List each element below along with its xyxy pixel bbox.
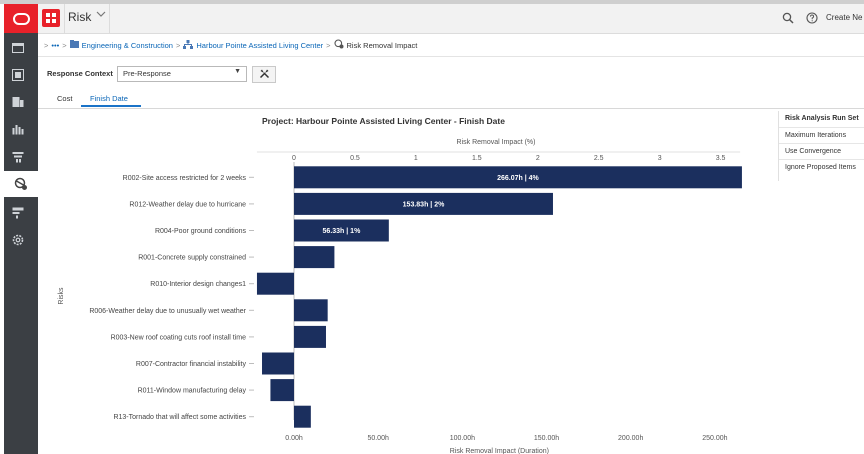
bar-r003[interactable] bbox=[294, 325, 326, 348]
x-axis-tick-label: 100.00h bbox=[450, 435, 475, 442]
bar-data-label: 56.33h | 1% bbox=[323, 228, 362, 235]
bar-data-label: 266.07h | 4% bbox=[497, 175, 539, 182]
x-axis-tick-label: 200.00h bbox=[618, 435, 643, 442]
breadcrumb: > ••• > Engineering & Construction > Har… bbox=[44, 39, 417, 51]
breadcrumb-separator: > bbox=[62, 40, 67, 50]
panel-title: Risk Analysis Run Set bbox=[785, 115, 859, 122]
divider bbox=[64, 4, 65, 33]
x-axis-tick-label: 50.00h bbox=[367, 435, 389, 442]
y-axis-tick-label: R010-Interior design changes1 bbox=[150, 281, 246, 288]
bar-r010[interactable] bbox=[256, 272, 294, 295]
bar-r007[interactable] bbox=[262, 352, 294, 375]
app-grid-icon[interactable] bbox=[42, 9, 60, 27]
x-axis-tick-label: 0.00h bbox=[285, 435, 303, 442]
bar-r001[interactable] bbox=[294, 246, 335, 269]
project-hierarchy-icon bbox=[183, 39, 194, 51]
filter-icon[interactable] bbox=[11, 150, 25, 164]
tools-button[interactable] bbox=[252, 66, 276, 83]
active-tab-indicator bbox=[81, 105, 141, 107]
oracle-logo[interactable] bbox=[4, 4, 38, 33]
create-new-button[interactable]: Create Ne bbox=[826, 13, 862, 22]
y-axis-tick-label: R012-Weather delay due to hurricane bbox=[129, 201, 246, 208]
divider bbox=[779, 127, 864, 128]
bar-data-label: 153.83h | 2% bbox=[403, 201, 445, 208]
top-axis-label: Risk Removal Impact (%) bbox=[457, 139, 536, 146]
divider bbox=[779, 159, 864, 160]
setting-use-convergence: Use Convergence bbox=[785, 148, 842, 155]
y-axis-tick-label: R007-Contractor financial instability bbox=[136, 361, 247, 368]
tab-finish-date[interactable]: Finish Date bbox=[90, 94, 128, 103]
bar-r13[interactable] bbox=[294, 405, 311, 428]
top-axis-tick-label: 2.5 bbox=[594, 155, 604, 162]
divider bbox=[779, 143, 864, 144]
breadcrumb-item-eps[interactable]: Engineering & Construction bbox=[82, 41, 173, 50]
tab-cost[interactable]: Cost bbox=[57, 94, 72, 103]
tools-icon bbox=[259, 66, 270, 84]
divider bbox=[109, 4, 110, 33]
tab-bar: Cost Finish Date bbox=[38, 91, 864, 109]
breadcrumb-item-current: Risk Removal Impact bbox=[346, 40, 418, 50]
breadcrumb-item-project[interactable]: Harbour Pointe Assisted Living Center bbox=[196, 41, 323, 50]
x-axis-tick-label: 250.00h bbox=[702, 435, 727, 442]
y-axis-tick-label: R011-Window manufacturing delay bbox=[138, 388, 247, 395]
dashboard-icon[interactable] bbox=[11, 122, 25, 136]
breadcrumb-separator: > bbox=[44, 40, 49, 50]
search-icon[interactable] bbox=[782, 11, 794, 29]
risk-removal-impact-chart: Risk Removal Impact (%) 0 0.5 1 1.5 2 2.5 3 3.5 R… bbox=[58, 139, 742, 454]
top-bar: Risk Create Ne bbox=[38, 4, 864, 34]
y-axis-tick-label: R004-Poor ground conditions bbox=[155, 228, 247, 235]
y-axis-label: Risks bbox=[58, 287, 65, 305]
y-axis-tick-label: R002-Site access restricted for 2 weeks bbox=[123, 175, 247, 182]
response-context-value: Pre-Response bbox=[123, 69, 171, 78]
top-axis-tick-label: 3.5 bbox=[716, 155, 726, 162]
top-axis-tick-label: 1.5 bbox=[472, 155, 482, 162]
templates-icon[interactable] bbox=[11, 206, 25, 220]
top-axis-tick-label: 0.5 bbox=[350, 155, 360, 162]
top-axis-tick-label: 0 bbox=[292, 155, 296, 162]
projects-icon[interactable] bbox=[11, 95, 25, 109]
bar-r011[interactable] bbox=[270, 379, 294, 402]
top-axis-tick-label: 2 bbox=[536, 155, 540, 162]
breadcrumb-separator: > bbox=[326, 40, 331, 50]
response-context-label: Response Context bbox=[47, 69, 113, 78]
caret-down-icon: ▼ bbox=[234, 68, 241, 75]
top-axis-tick-label: 1 bbox=[414, 155, 418, 162]
y-axis-tick-label: R003-New roof coating cuts roof install … bbox=[111, 334, 246, 341]
home-icon[interactable] bbox=[11, 41, 25, 55]
setting-ignore-proposed-items: Ignore Proposed Items bbox=[785, 164, 856, 171]
risk-removal-icon bbox=[333, 39, 344, 51]
help-icon[interactable] bbox=[806, 11, 818, 29]
portfolio-icon[interactable] bbox=[11, 68, 25, 82]
risk-analysis-icon[interactable] bbox=[4, 171, 38, 197]
breadcrumb-ellipsis[interactable]: ••• bbox=[51, 41, 59, 50]
response-context-select[interactable]: Pre-Response ▼ bbox=[117, 66, 247, 82]
y-axis-tick-label: R13-Tornado that will affect some activi… bbox=[113, 414, 246, 421]
setting-maximum-iterations: Maximum Iterations bbox=[785, 132, 847, 139]
top-axis-tick-label: 3 bbox=[658, 155, 662, 162]
divider bbox=[38, 56, 864, 57]
app-title[interactable]: Risk bbox=[68, 10, 91, 24]
chevron-down-icon[interactable] bbox=[95, 8, 107, 23]
x-axis-label: Risk Removal Impact (Duration) bbox=[450, 448, 549, 454]
breadcrumb-separator: > bbox=[175, 40, 181, 50]
y-axis-tick-label: R006-Weather delay due to unusually wet … bbox=[89, 308, 246, 315]
bar-r006[interactable] bbox=[294, 299, 328, 322]
y-axis-tick-label: R001-Concrete supply constrained bbox=[138, 255, 246, 262]
risk-analysis-run-settings-panel: Risk Analysis Run Set Maximum Iterations… bbox=[778, 111, 864, 181]
x-axis-tick-label: 150.00h bbox=[534, 435, 559, 442]
eps-folder-icon bbox=[69, 40, 79, 50]
settings-icon[interactable] bbox=[11, 233, 25, 247]
